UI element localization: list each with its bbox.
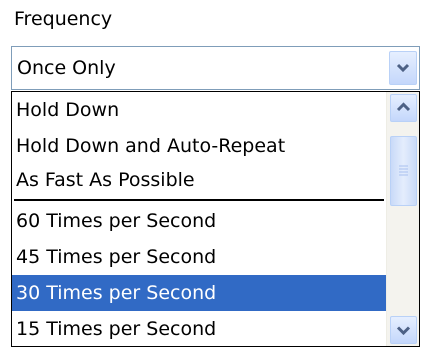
frequency-label: Frequency <box>14 8 113 30</box>
chevron-up-icon <box>396 102 411 112</box>
dropdown-button[interactable] <box>389 51 417 85</box>
scroll-down-button[interactable] <box>390 316 417 344</box>
option-hold-down[interactable]: Hold Down <box>12 92 386 128</box>
chevron-down-icon <box>396 63 410 73</box>
frequency-select[interactable]: Once Only <box>11 46 420 90</box>
frequency-panel: Frequency Once Only Hold Down Hold Down … <box>0 0 422 349</box>
option-60-times[interactable]: 60 Times per Second <box>12 203 386 239</box>
option-separator <box>14 199 384 201</box>
dropdown-scrollbar[interactable] <box>386 92 419 346</box>
frequency-dropdown-list: Hold Down Hold Down and Auto-Repeat As F… <box>11 91 420 347</box>
options-list: Hold Down Hold Down and Auto-Repeat As F… <box>12 92 386 346</box>
frequency-selected-value: Once Only <box>17 57 116 79</box>
grip-icon <box>399 165 408 176</box>
scroll-thumb[interactable] <box>390 136 417 206</box>
option-15-times[interactable]: 15 Times per Second <box>12 311 386 346</box>
option-45-times[interactable]: 45 Times per Second <box>12 239 386 275</box>
option-as-fast-as-possible[interactable]: As Fast As Possible <box>12 162 386 198</box>
option-30-times[interactable]: 30 Times per Second <box>12 275 386 311</box>
scroll-up-button[interactable] <box>390 94 417 122</box>
option-hold-down-auto-repeat[interactable]: Hold Down and Auto-Repeat <box>12 128 386 164</box>
chevron-down-icon <box>396 326 411 336</box>
